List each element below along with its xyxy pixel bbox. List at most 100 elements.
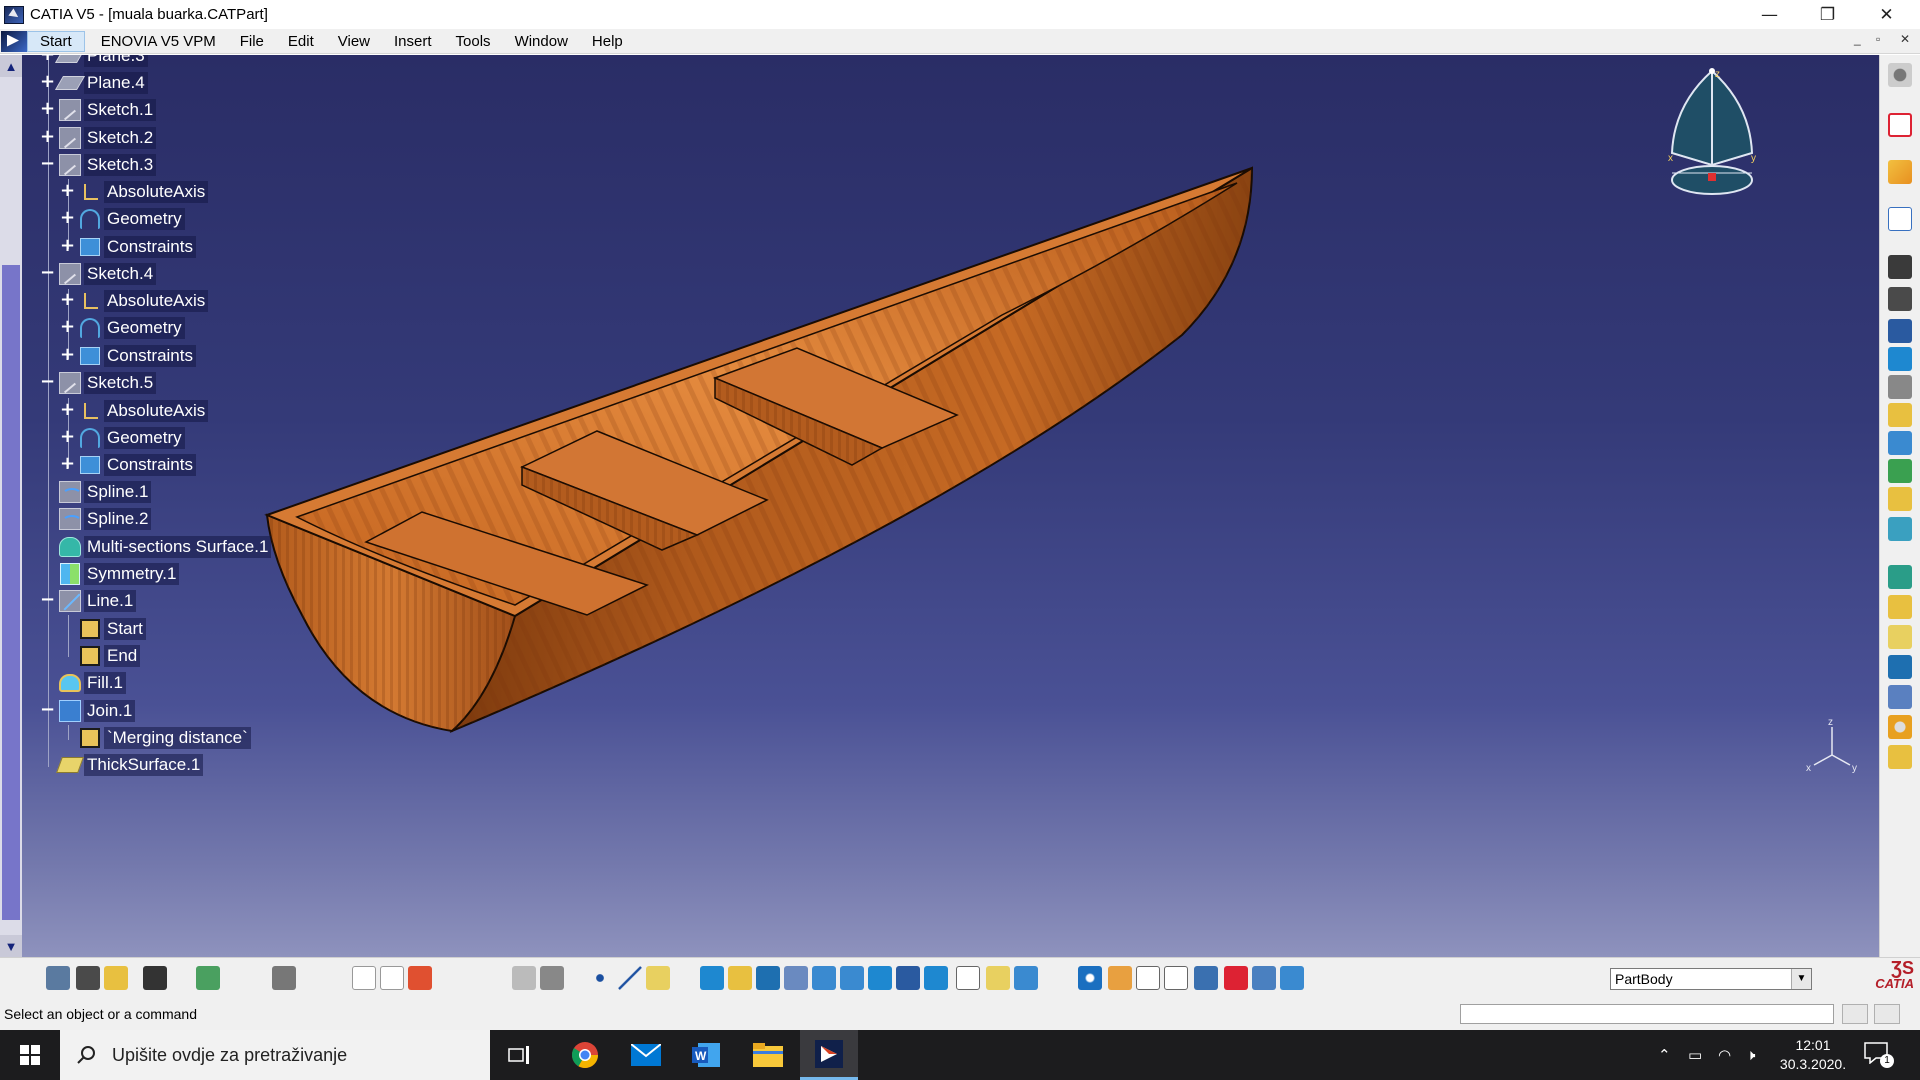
hide-show-icon[interactable] — [986, 966, 1010, 990]
tree-node-label[interactable]: ThickSurface.1 — [84, 754, 203, 776]
render-style-icon[interactable] — [956, 966, 980, 990]
swap-space-icon[interactable] — [1014, 966, 1038, 990]
point-icon[interactable] — [588, 966, 612, 990]
tree-node-fill[interactable]: Fill.1 — [58, 670, 126, 696]
zoom-in-icon[interactable] — [812, 966, 836, 990]
tree-expander-icon[interactable]: + — [40, 76, 54, 90]
measure-item-icon[interactable] — [76, 966, 100, 990]
multi-view-icon[interactable] — [896, 966, 920, 990]
tree-node-absolute-axis[interactable]: + AbsoluteAxis — [60, 179, 208, 205]
zoom-out-icon[interactable] — [840, 966, 864, 990]
catalog-icon[interactable] — [196, 966, 220, 990]
slot-icon[interactable] — [1888, 431, 1912, 455]
tree-node-constraints[interactable]: + Constraints — [60, 452, 196, 478]
settings-gear-icon[interactable] — [1888, 63, 1912, 87]
tree-node-label[interactable]: AbsoluteAxis — [104, 400, 208, 422]
tree-node-label[interactable]: Constraints — [104, 236, 196, 258]
tree-node-line-1[interactable]: − Line.1 — [40, 588, 136, 614]
tree-node-label[interactable]: Multi-sections Surface.1 — [84, 536, 271, 558]
rotate-icon[interactable] — [784, 966, 808, 990]
fillet-icon[interactable] — [1888, 565, 1912, 589]
menu-edit[interactable]: Edit — [276, 30, 326, 53]
chamfer-icon[interactable] — [1888, 595, 1912, 619]
tree-collapser-icon[interactable]: − — [40, 267, 54, 281]
tree-node-label[interactable]: Line.1 — [84, 590, 136, 612]
notification-icon[interactable]: 1 — [1864, 1042, 1892, 1068]
tree-node-label[interactable]: AbsoluteAxis — [104, 181, 208, 203]
tree-node-spline-1[interactable]: Spline.1 — [58, 479, 151, 505]
tree-node-label[interactable]: Sketch.5 — [84, 372, 156, 394]
mass-properties-icon[interactable] — [104, 966, 128, 990]
tree-node-symmetry[interactable]: Symmetry.1 — [58, 561, 179, 587]
table-icon[interactable] — [512, 966, 536, 990]
update-icon[interactable] — [1078, 966, 1102, 990]
tree-expander-icon[interactable]: + — [60, 321, 74, 335]
catia-taskbar-icon[interactable] — [800, 1030, 858, 1080]
boolean-icon[interactable] — [1224, 966, 1248, 990]
flag-note-icon[interactable] — [380, 966, 404, 990]
tree-collapser-icon[interactable]: − — [40, 376, 54, 390]
tree-node-label[interactable]: Constraints — [104, 454, 196, 476]
menu-help[interactable]: Help — [580, 30, 635, 53]
tree-expander-icon[interactable]: + — [60, 212, 74, 226]
close-button[interactable]: ✕ — [1858, 0, 1915, 29]
windows-start-icon[interactable] — [0, 1030, 60, 1080]
pan-icon[interactable] — [756, 966, 780, 990]
file-explorer-icon[interactable] — [739, 1030, 797, 1080]
tree-node-label[interactable]: Sketch.2 — [84, 127, 156, 149]
tree-node-constraints[interactable]: + Constraints — [60, 343, 196, 369]
tree-node-sketch-3[interactable]: − Sketch.3 — [40, 152, 156, 178]
menu-enovia[interactable]: ENOVIA V5 VPM — [89, 30, 228, 53]
tree-expander-icon[interactable]: + — [60, 240, 74, 254]
tree-node-line-start[interactable]: Start — [78, 616, 146, 642]
3d-viewport[interactable]: + Plane.3 + Plane.4 + Sketch.1 + — [22, 55, 1879, 957]
axis-system-icon[interactable] — [1136, 966, 1160, 990]
draft-icon[interactable] — [1888, 625, 1912, 649]
tree-node-label[interactable]: Symmetry.1 — [84, 563, 179, 585]
tree-node-label[interactable]: `Merging distance` — [104, 727, 251, 749]
hole-icon[interactable] — [1888, 375, 1912, 399]
tree-expander-icon[interactable]: + — [40, 103, 54, 117]
tree-node-label[interactable]: Spline.1 — [84, 481, 151, 503]
tree-node-label[interactable]: Spline.2 — [84, 508, 151, 530]
tree-expander-icon[interactable]: + — [60, 294, 74, 308]
tree-node-label[interactable]: Geometry — [104, 208, 185, 230]
menu-insert[interactable]: Insert — [382, 30, 444, 53]
thread-icon[interactable] — [1888, 715, 1912, 739]
word-icon[interactable]: W — [677, 1030, 735, 1080]
tree-node-absolute-axis[interactable]: + AbsoluteAxis — [60, 398, 208, 424]
tree-node-absolute-axis[interactable]: + AbsoluteAxis — [60, 288, 208, 314]
sweep-icon[interactable] — [1280, 966, 1304, 990]
tree-node-geometry[interactable]: + Geometry — [60, 315, 185, 341]
text-annotation-icon[interactable] — [352, 966, 376, 990]
tree-node-sketch-4[interactable]: − Sketch.4 — [40, 261, 156, 287]
menu-view[interactable]: View — [326, 30, 382, 53]
tree-node-label[interactable]: End — [104, 645, 140, 667]
menu-file[interactable]: File — [228, 30, 276, 53]
groove-icon[interactable] — [1888, 347, 1912, 371]
document-restore-button[interactable]: ▫ — [1876, 32, 1880, 46]
menu-window[interactable]: Window — [503, 30, 580, 53]
3d-annotation-icon[interactable] — [408, 966, 432, 990]
scroll-up-arrow-icon[interactable]: ▲ — [0, 55, 22, 77]
scrollbar-thumb[interactable] — [2, 265, 20, 920]
chrome-icon[interactable] — [556, 1030, 614, 1080]
multi-section-solid-icon[interactable] — [1888, 487, 1912, 511]
tree-expander-icon[interactable]: + — [60, 458, 74, 472]
tree-collapser-icon[interactable]: − — [40, 158, 54, 172]
tree-node-join[interactable]: − Join.1 — [40, 698, 135, 724]
menu-start[interactable]: Start — [27, 31, 85, 52]
tree-node-label[interactable]: Plane.3 — [84, 55, 148, 67]
battery-icon[interactable]: ▭ — [1688, 1046, 1702, 1064]
capture-icon[interactable] — [143, 966, 167, 990]
select-pointer-icon[interactable] — [1888, 160, 1912, 184]
scroll-down-arrow-icon[interactable]: ▼ — [0, 935, 22, 957]
tree-node-sketch-5[interactable]: − Sketch.5 — [40, 370, 156, 396]
tree-node-constraints[interactable]: + Constraints — [60, 234, 196, 260]
tree-node-label[interactable]: Geometry — [104, 427, 185, 449]
tree-node-sketch-2[interactable]: + Sketch.2 — [40, 125, 156, 151]
taskbar-search-box[interactable]: Upišite ovdje za pretraživanje — [60, 1030, 490, 1080]
minimize-button[interactable]: — — [1741, 0, 1798, 29]
tree-scrollbar[interactable]: ▲ ▼ — [0, 55, 22, 957]
tree-collapser-icon[interactable]: − — [40, 704, 54, 718]
